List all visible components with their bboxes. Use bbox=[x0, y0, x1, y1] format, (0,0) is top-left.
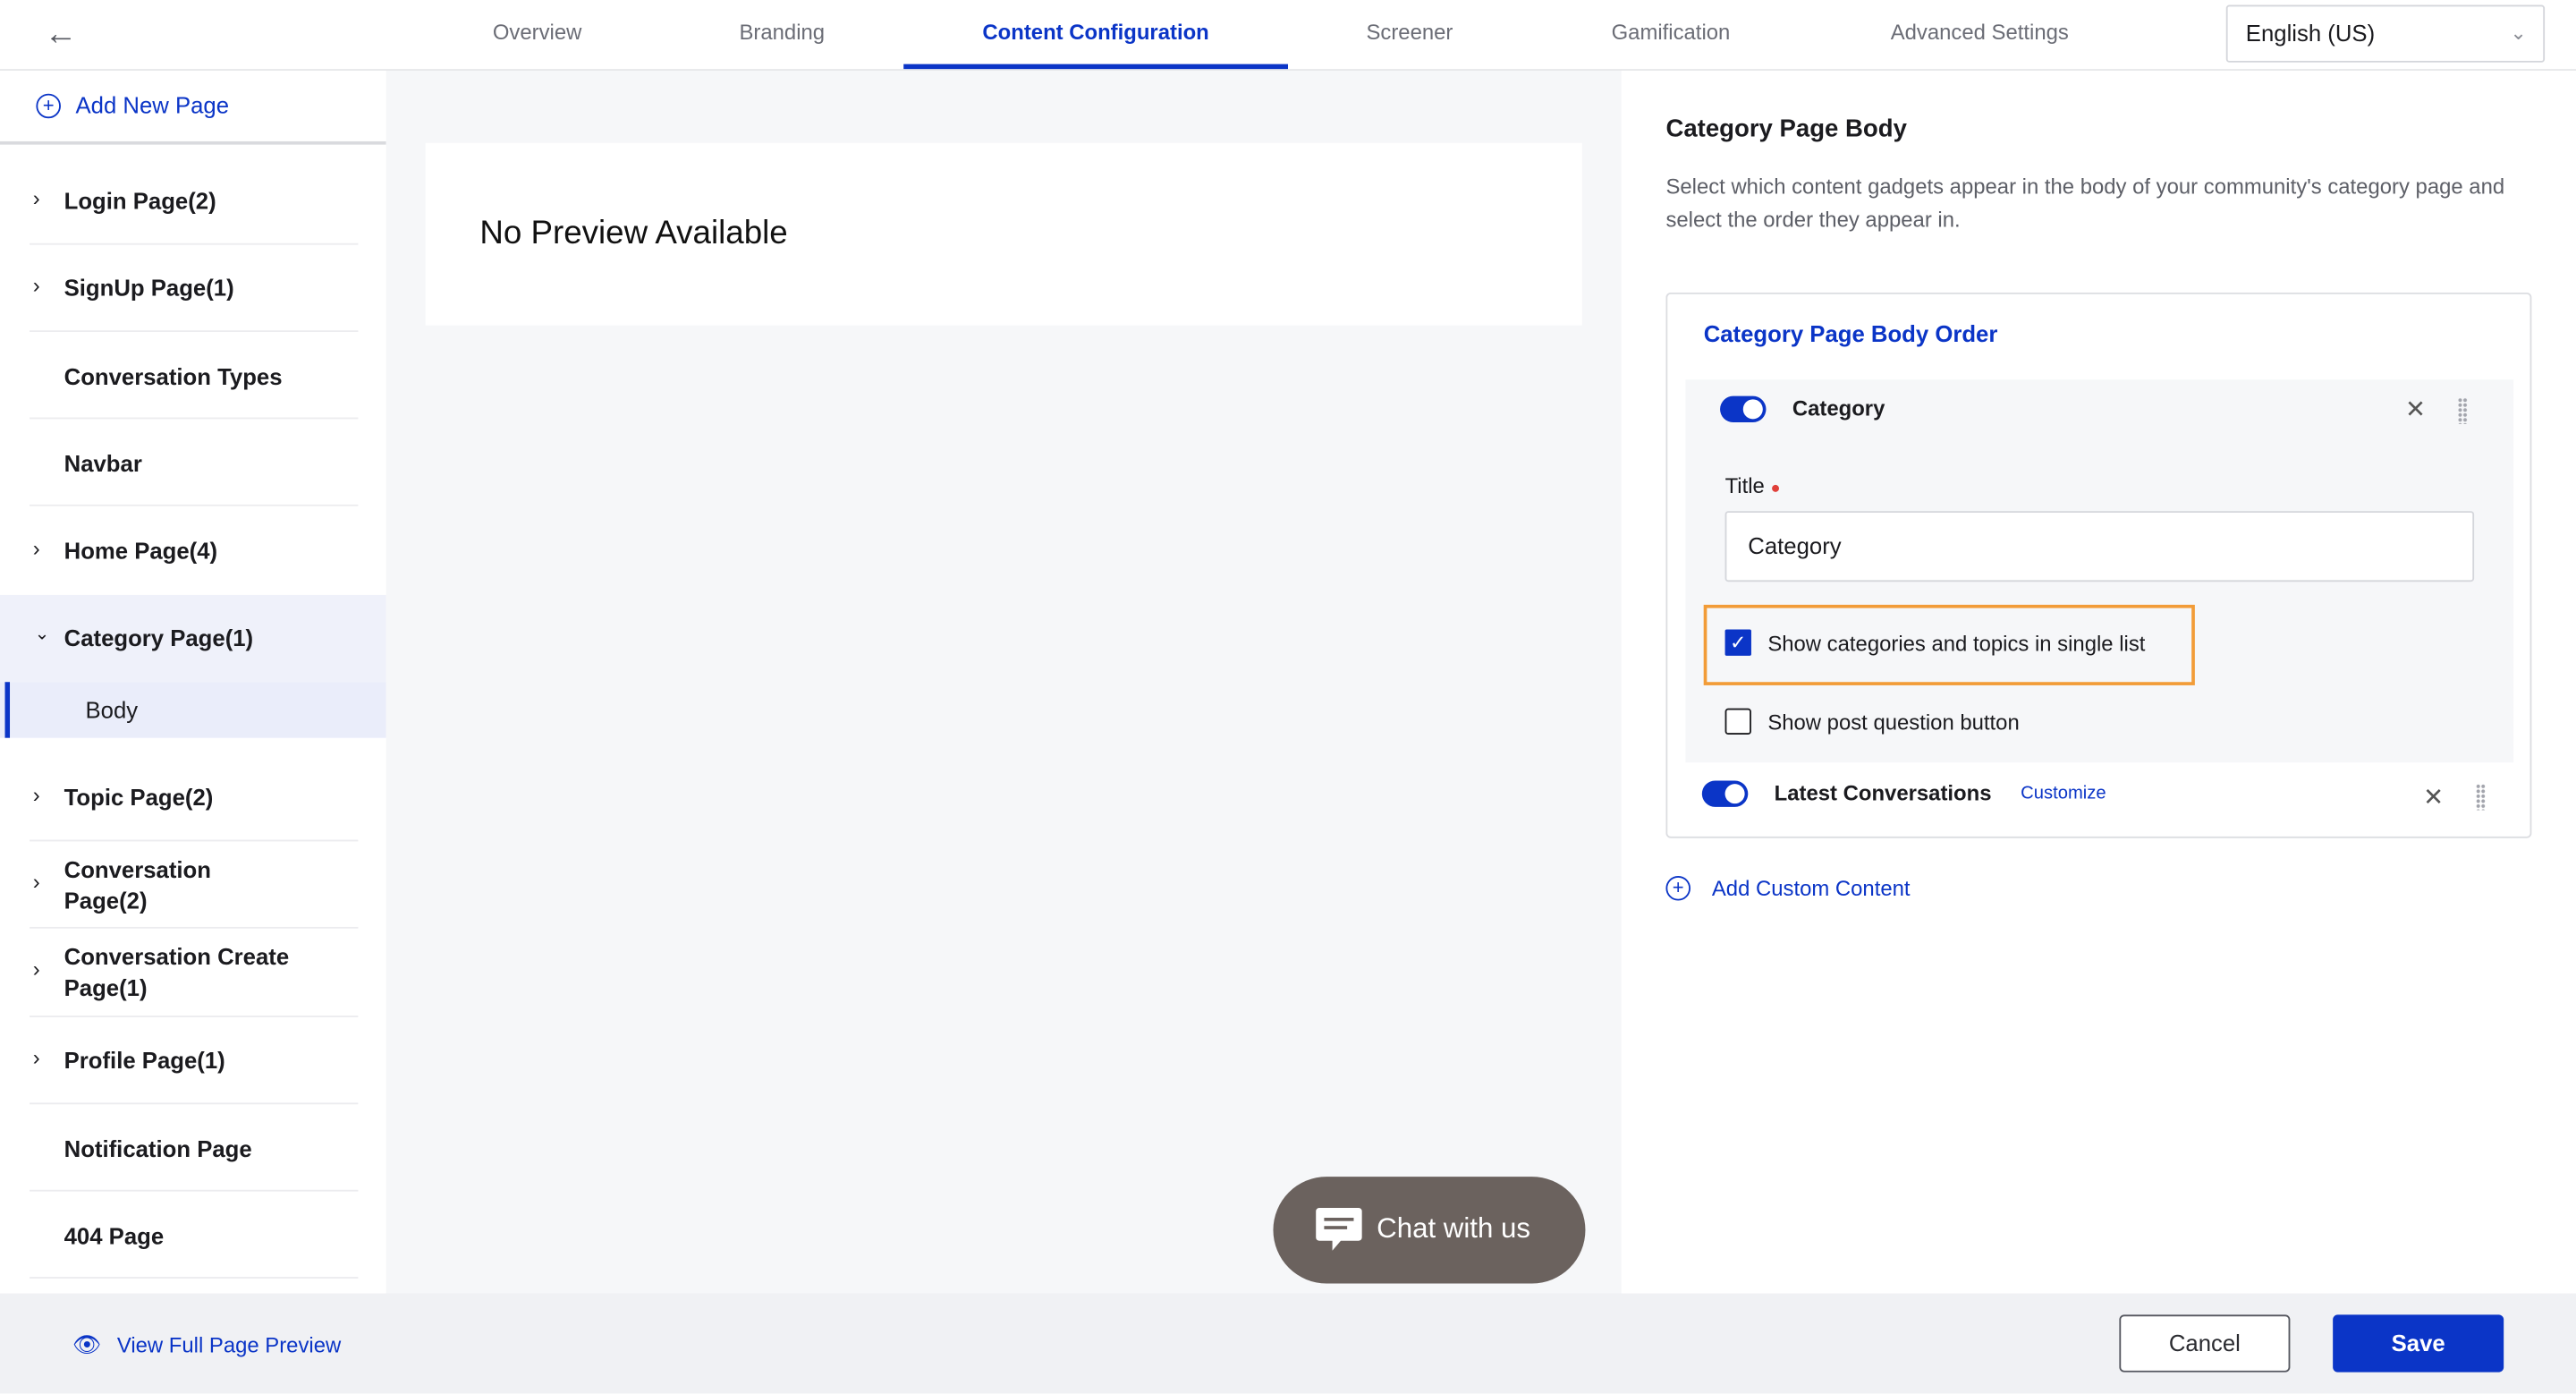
view-full-page-preview-link[interactable]: 👁︎ View Full Page Preview bbox=[72, 1331, 341, 1361]
chevron-right-icon: › bbox=[32, 869, 40, 895]
sidebar-item-label: Conversation Types bbox=[64, 362, 283, 390]
add-new-page-button[interactable]: + Add New Page bbox=[0, 71, 386, 145]
sidebar-item-login-page[interactable]: › Login Page(2) bbox=[0, 157, 386, 245]
body-order-card: Category Page Body Order Category ✕ Titl… bbox=[1665, 292, 2532, 838]
sidebar-item-404-page[interactable]: 404 Page bbox=[0, 1192, 386, 1279]
preview-area: No Preview Available bbox=[386, 70, 1622, 1294]
plus-circle-icon: + bbox=[36, 93, 61, 119]
chevron-right-icon: › bbox=[32, 782, 40, 807]
card-title: Category Page Body Order bbox=[1703, 320, 1998, 347]
preview-card: No Preview Available bbox=[425, 142, 1582, 326]
chevron-down-icon: ⌄ bbox=[34, 624, 50, 644]
settings-panel: Category Page Body Select which content … bbox=[1621, 70, 2576, 1294]
post-question-checkbox[interactable] bbox=[1724, 708, 1751, 735]
sidebar-item-label: Conversation Page(2) bbox=[64, 855, 211, 914]
view-preview-label: View Full Page Preview bbox=[116, 1332, 342, 1358]
sidebar: + Add New Page › Login Page(2) › SignUp Pa… bbox=[0, 70, 386, 1294]
back-arrow-icon[interactable]: ← bbox=[45, 16, 78, 54]
language-select[interactable]: English (US) ⌄ bbox=[2225, 4, 2546, 63]
sidebar-item-topic-page[interactable]: › Topic Page(2) bbox=[0, 754, 386, 842]
selected-indicator bbox=[4, 682, 11, 738]
tab-overview[interactable]: Overview bbox=[493, 0, 582, 69]
chat-icon bbox=[1316, 1207, 1362, 1251]
gadget-name: Category bbox=[1792, 395, 1885, 421]
single-list-checkbox[interactable]: ✓ bbox=[1724, 629, 1751, 656]
sidebar-item-label: Navbar bbox=[64, 450, 142, 477]
gadget-name: Latest Conversations bbox=[1774, 780, 1992, 805]
sidebar-item-body[interactable]: Body bbox=[0, 682, 386, 738]
no-preview-text: No Preview Available bbox=[479, 215, 788, 252]
tab-branding[interactable]: Branding bbox=[739, 0, 825, 69]
tab-advanced-settings[interactable]: Advanced Settings bbox=[1891, 0, 2069, 69]
chat-with-us-button[interactable]: Chat with us bbox=[1273, 1177, 1586, 1284]
sidebar-item-label: Category Page(1) bbox=[64, 624, 254, 651]
latest-conversations-toggle[interactable] bbox=[1701, 780, 1749, 807]
post-question-label: Show post question button bbox=[1767, 710, 2020, 735]
plus-circle-icon: + bbox=[1665, 875, 1690, 901]
single-list-label: Show categories and topics in single lis… bbox=[1767, 631, 2146, 656]
tab-screener[interactable]: Screener bbox=[1366, 0, 1453, 69]
language-value: English (US) bbox=[2245, 20, 2376, 47]
sidebar-item-notification-page[interactable]: Notification Page bbox=[0, 1104, 386, 1192]
sidebar-item-home-page[interactable]: › Home Page(4) bbox=[0, 506, 386, 593]
chevron-right-icon: › bbox=[32, 185, 40, 211]
sidebar-item-conversation-types[interactable]: Conversation Types bbox=[0, 332, 386, 420]
tab-gamification[interactable]: Gamification bbox=[1612, 0, 1731, 69]
sidebar-item-label: Profile Page(1) bbox=[64, 1046, 225, 1074]
sidebar-item-conversation-page[interactable]: › Conversation Page(2) bbox=[0, 841, 386, 929]
gadget-latest-conversations: Latest Conversations Customize ✕ bbox=[1685, 764, 2513, 837]
chevron-right-icon: › bbox=[32, 1045, 40, 1070]
customize-link[interactable]: Customize bbox=[2021, 784, 2106, 803]
chevron-right-icon: › bbox=[32, 956, 40, 982]
drag-handle-icon[interactable] bbox=[2457, 397, 2468, 424]
active-tab-indicator bbox=[903, 64, 1288, 70]
close-icon[interactable]: ✕ bbox=[2423, 782, 2444, 812]
sidebar-item-label: Home Page(4) bbox=[64, 537, 218, 564]
cancel-button[interactable]: Cancel bbox=[2119, 1314, 2291, 1373]
add-custom-content-label: Add Custom Content bbox=[1711, 875, 1911, 901]
sidebar-item-label: 404 Page bbox=[64, 1222, 165, 1249]
chevron-right-icon: › bbox=[32, 272, 40, 298]
sidebar-item-label: Notification Page bbox=[64, 1135, 252, 1162]
panel-description: Select which content gadgets appear in t… bbox=[1665, 174, 2505, 232]
save-button[interactable]: Save bbox=[2333, 1314, 2504, 1373]
gadget-category: Category ✕ Title ● Category ✓ Show categ… bbox=[1685, 379, 2514, 763]
required-indicator: ● bbox=[1770, 480, 1781, 498]
top-bar: ← Overview Branding Content Configuratio… bbox=[0, 0, 2576, 71]
chevron-right-icon: › bbox=[32, 535, 40, 561]
footer-bar: 👁︎ View Full Page Preview Cancel Save bbox=[0, 1293, 2576, 1394]
sidebar-item-category-page[interactable]: ⌄ Category Page(1) bbox=[0, 594, 386, 683]
chevron-down-icon: ⌄ bbox=[2510, 21, 2527, 45]
sidebar-item-label: Body bbox=[85, 696, 139, 724]
add-new-page-label: Add New Page bbox=[75, 91, 230, 119]
title-input[interactable]: Category bbox=[1724, 511, 2475, 582]
sidebar-item-conversation-create-page[interactable]: › Conversation Create Page(1) bbox=[0, 929, 386, 1017]
title-label: Title ● bbox=[1725, 473, 1781, 498]
sidebar-item-navbar[interactable]: Navbar bbox=[0, 419, 386, 506]
sidebar-item-label: Login Page(2) bbox=[64, 187, 216, 214]
close-icon[interactable]: ✕ bbox=[2405, 395, 2426, 424]
title-label-text: Title bbox=[1724, 472, 1765, 498]
sidebar-item-signup-page[interactable]: › SignUp Page(1) bbox=[0, 245, 386, 333]
eye-icon: 👁︎ bbox=[72, 1330, 102, 1358]
panel-heading: Category Page Body bbox=[1665, 115, 1907, 143]
drag-handle-icon[interactable] bbox=[2475, 784, 2486, 811]
category-toggle[interactable] bbox=[1720, 395, 1767, 423]
sidebar-item-profile-page[interactable]: › Profile Page(1) bbox=[0, 1017, 386, 1105]
sidebar-item-label: SignUp Page(1) bbox=[64, 274, 234, 302]
sidebar-item-label: Topic Page(2) bbox=[64, 784, 214, 811]
tab-content-configuration[interactable]: Content Configuration bbox=[982, 0, 1208, 69]
chat-label: Chat with us bbox=[1377, 1212, 1531, 1245]
sidebar-item-label: Conversation Create Page(1) bbox=[64, 943, 290, 1001]
